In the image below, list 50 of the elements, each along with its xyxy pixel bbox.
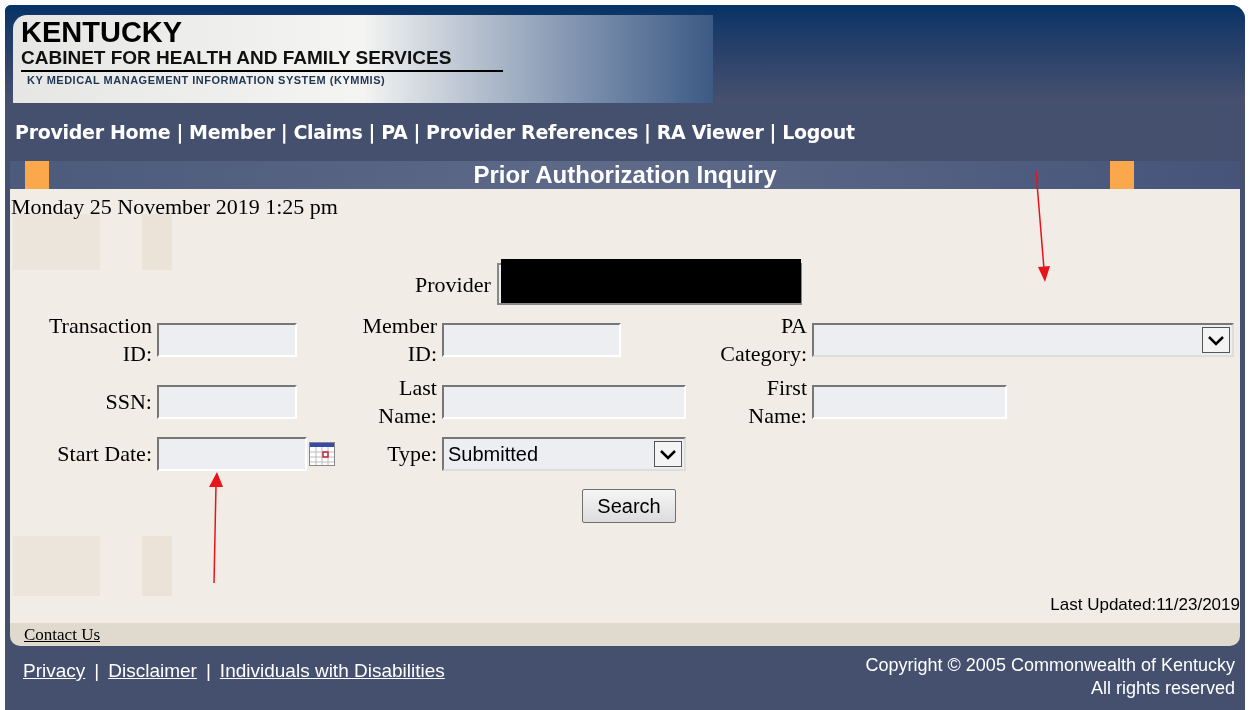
footer-link[interactable]: Privacy [23, 657, 86, 710]
nav-link[interactable]: Logout [782, 117, 855, 147]
page-title: Prior Authorization Inquiry [473, 160, 777, 190]
system-name: KY MEDICAL MANAGEMENT INFORMATION SYSTEM (KYMMIS) [26, 73, 387, 88]
field-label: SSN: [105, 388, 152, 416]
nav-separator: | [280, 119, 288, 146]
footer-link[interactable]: Individuals with Disabilities [219, 657, 445, 710]
date-time: Monday 25 November 2019 1:25 pm [11, 194, 338, 219]
nav-link[interactable]: PA [381, 117, 408, 147]
search-button[interactable]: Search [582, 489, 676, 523]
chevron-icon [654, 441, 682, 467]
nav-separator: | [644, 119, 651, 146]
field-label: Transaction ID: [47, 312, 152, 368]
chevron-icon [1202, 327, 1230, 353]
footer-separator: | [205, 659, 211, 683]
nav-link[interactable]: Provider Home [15, 117, 171, 147]
nav-separator: | [413, 119, 421, 146]
title-bar-accent [1110, 161, 1134, 189]
date-field[interactable] [157, 437, 307, 471]
field-label: First Name: [747, 374, 807, 430]
input-field[interactable] [442, 323, 621, 357]
footer-separator: | [94, 659, 100, 683]
input-field[interactable] [812, 385, 1007, 419]
nav-separator: | [176, 119, 184, 146]
nav-link[interactable]: Member [189, 117, 275, 147]
dropdown[interactable] [812, 323, 1234, 357]
field-label: Member ID: [361, 312, 437, 368]
input-field[interactable] [442, 385, 686, 419]
field-label: Last Name: [377, 374, 437, 430]
contact-link[interactable]: Contact Us [24, 621, 101, 648]
copyright-text: All rights reserved [1090, 677, 1235, 700]
field-label: Type: [387, 440, 437, 468]
nav-separator: | [769, 119, 777, 146]
field-label: Start Date: [57, 440, 152, 468]
input-field[interactable] [157, 385, 297, 419]
dropdown[interactable]: Submitted [442, 437, 686, 471]
nav-separator: | [368, 119, 376, 146]
site-subtitle: CABINET FOR HEALTH AND FAMILY SERVICES [21, 47, 503, 72]
calendar-icon[interactable] [309, 442, 335, 466]
last-updated: Last Updated:11/23/2019 [1050, 593, 1240, 616]
nav-link[interactable]: Claims [293, 117, 363, 147]
copyright-text: Copyright © 2005 Commonwealth of Kentucky [865, 654, 1235, 677]
title-bar-accent [25, 161, 49, 189]
field-label: Provider [415, 270, 491, 299]
nav-link[interactable]: Provider References [426, 117, 639, 147]
field-label: PA Category: [719, 312, 807, 368]
footer-link[interactable]: Disclaimer [108, 657, 197, 710]
input-field[interactable] [157, 323, 297, 357]
nav-link[interactable]: RA Viewer [656, 117, 764, 147]
site-title: KENTUCKY [21, 17, 184, 47]
